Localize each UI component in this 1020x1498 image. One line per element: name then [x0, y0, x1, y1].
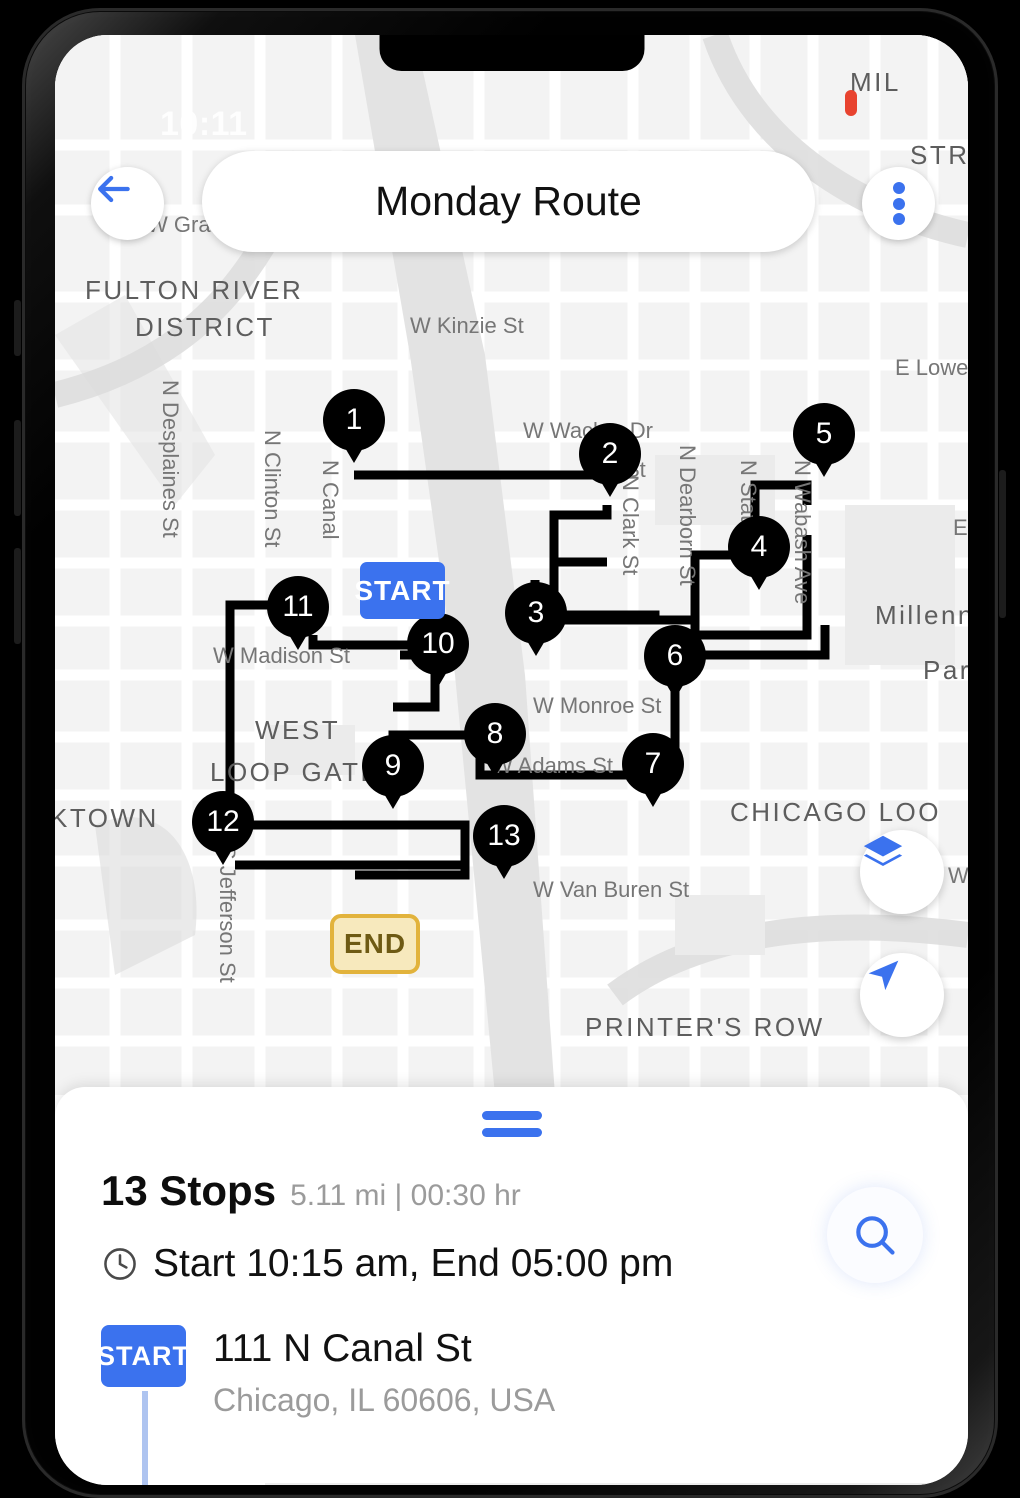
status-bar-time: 10:11	[160, 105, 248, 143]
marker-number: 4	[728, 516, 790, 578]
map-street-label: N Dearborn St	[675, 445, 700, 586]
silent-switch[interactable]	[14, 300, 21, 356]
map-area-label: Par	[923, 655, 968, 685]
list-item[interactable]: START 111 N Canal St Chicago, IL 60606, US…	[55, 1325, 968, 1485]
map-area-label: DISTRICT	[135, 312, 275, 342]
navigation-arrow-icon	[868, 960, 899, 991]
map-area-label: KTOWN	[55, 803, 159, 833]
map-street-label: N Wabash Ave	[790, 460, 815, 605]
phone-screen: 10:11 RIVER NORTHFULTON RIVERDISTRICTMIL…	[55, 35, 968, 1485]
map-area-label: WEST	[255, 715, 341, 745]
more-vertical-icon	[892, 179, 905, 229]
map-stop-marker-5[interactable]: 5	[793, 403, 855, 477]
page-title: Monday Route	[375, 178, 642, 224]
map-stop-marker-4[interactable]: 4	[728, 516, 790, 590]
map-street-label: N Clinton St	[260, 430, 285, 548]
stop-list[interactable]: START 111 N Canal St Chicago, IL 60606, US…	[55, 1325, 968, 1485]
map-view[interactable]: 10:11 RIVER NORTHFULTON RIVERDISTRICTMIL…	[55, 35, 968, 1095]
map-street-label: N Canal	[318, 460, 343, 540]
phone-frame: 10:11 RIVER NORTHFULTON RIVERDISTRICTMIL…	[0, 0, 1020, 1498]
schedule-text: Start 10:15 am, End 05:00 pm	[153, 1242, 674, 1285]
map-stop-marker-10[interactable]: 10	[407, 613, 469, 687]
power-button[interactable]	[999, 470, 1006, 618]
status-indicator-dot	[845, 90, 857, 116]
distance-duration: 5.11 mi | 00:30 hr	[290, 1179, 521, 1212]
stop-text-column: 111 N Canal St Chicago, IL 60606, USA	[197, 1325, 555, 1419]
route-title-pill[interactable]: Monday Route	[202, 151, 815, 252]
map-area-label: LOOP GATE	[210, 757, 381, 787]
marker-number: 9	[362, 735, 424, 797]
map-area-label: CHICAGO LOO	[730, 797, 941, 827]
map-stop-marker-2[interactable]: 2	[579, 423, 641, 497]
map-stop-marker-13[interactable]: 13	[473, 805, 535, 879]
back-button[interactable]	[91, 167, 164, 240]
map-street-label: E	[953, 515, 968, 540]
map-street-label: S Jefferson St	[215, 845, 240, 983]
map-street-label: W Monroe St	[533, 693, 662, 718]
map-street-label: W Madison St	[213, 643, 350, 668]
map-street-label: W Van Buren St	[533, 877, 690, 902]
marker-number: 13	[473, 805, 535, 867]
overflow-menu-button[interactable]	[862, 167, 935, 240]
map-end-badge[interactable]: END	[330, 914, 420, 974]
stops-count: 13 Stops	[101, 1167, 277, 1214]
map-stop-marker-9[interactable]: 9	[362, 735, 424, 809]
marker-number: 12	[192, 791, 254, 853]
schedule-row: Start 10:15 am, End 05:00 pm	[101, 1242, 673, 1286]
map-street-label: N Desplaines St	[158, 380, 183, 538]
map-area-label: PRINTER'S ROW	[585, 1012, 825, 1042]
map-area-label: MIL	[850, 67, 901, 97]
phone-notch	[379, 35, 644, 71]
search-icon	[856, 1216, 895, 1255]
arrow-left-icon	[98, 175, 130, 203]
marker-number: 10	[407, 613, 469, 675]
marker-number: 3	[505, 582, 567, 644]
marker-number: 2	[579, 423, 641, 485]
map-stop-marker-3[interactable]: 3	[505, 582, 567, 656]
map-layers-button[interactable]	[860, 830, 944, 914]
stop-badge: START	[97, 1325, 189, 1387]
map-street-label: E Lowe	[895, 355, 968, 380]
map-area-label: FULTON RIVER	[85, 275, 304, 305]
stop-city: Chicago, IL 60606, USA	[213, 1381, 556, 1418]
marker-number: 6	[644, 625, 706, 687]
stop-address: 111 N Canal St	[213, 1327, 472, 1370]
search-button[interactable]	[827, 1187, 923, 1283]
map-stop-marker-12[interactable]: 12	[192, 791, 254, 865]
map-area-label: STR	[910, 140, 968, 170]
marker-number: 5	[793, 403, 855, 465]
volume-down-button[interactable]	[14, 548, 21, 644]
layers-icon	[863, 835, 903, 867]
stop-connector-line	[142, 1391, 148, 1485]
stop-marker-column: START	[97, 1325, 197, 1485]
marker-number: 1	[323, 389, 385, 451]
map-stop-marker-8[interactable]: 8	[464, 703, 526, 777]
map-stop-marker-1[interactable]: 1	[323, 389, 385, 463]
map-street-label: W Kinzie St	[410, 313, 524, 338]
marker-number: 8	[464, 703, 526, 765]
locate-me-button[interactable]	[860, 953, 944, 1037]
drag-handle-icon[interactable]	[481, 1111, 542, 1145]
route-summary: 13 Stops 5.11 mi | 00:30 hr	[101, 1167, 521, 1215]
map-stop-marker-6[interactable]: 6	[644, 625, 706, 699]
marker-number: 7	[622, 733, 684, 795]
map-start-badge[interactable]: START	[354, 562, 450, 619]
map-stop-marker-11[interactable]: 11	[267, 576, 329, 650]
clock-icon	[104, 1248, 136, 1280]
map-street-label: W	[948, 863, 968, 888]
marker-number: 11	[267, 576, 329, 638]
volume-up-button[interactable]	[14, 420, 21, 516]
map-stop-marker-7[interactable]: 7	[622, 733, 684, 807]
map-area-label: Millenn	[875, 600, 968, 630]
